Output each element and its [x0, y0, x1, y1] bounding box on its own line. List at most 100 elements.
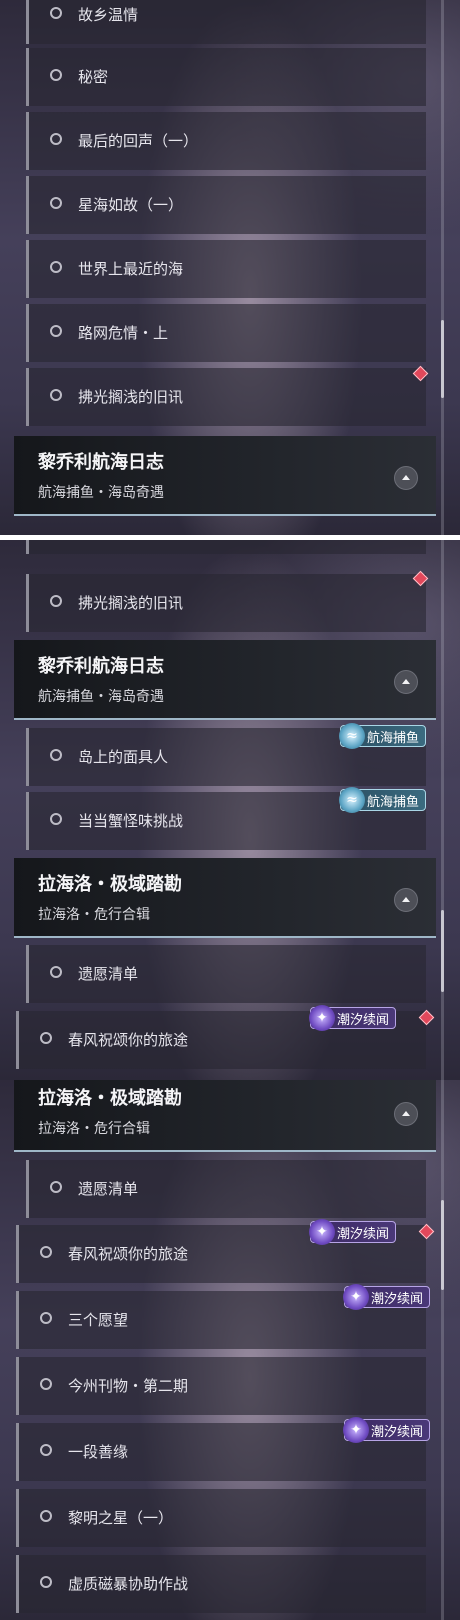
- item-accent-bar: [26, 112, 29, 170]
- quest-item[interactable]: 路网危情・上: [26, 304, 426, 362]
- quest-item-label: 拂光搁浅的旧讯: [78, 594, 184, 612]
- event-badge-label: 航海捕鱼: [367, 794, 420, 810]
- circle-icon: [50, 7, 62, 19]
- circle-icon: [40, 1032, 52, 1044]
- quest-item-label: 世界上最近的海: [78, 260, 184, 278]
- sparkle-wave-icon: ✦: [309, 1005, 335, 1031]
- sparkle-wave-icon: ✦: [343, 1284, 369, 1310]
- event-badge: ✦ 潮汐续闻: [309, 1005, 397, 1031]
- wave-icon: ≈: [339, 723, 365, 749]
- circle-icon: [50, 1181, 62, 1193]
- item-accent-bar: [16, 1291, 19, 1349]
- event-badge-label: 潮汐续闻: [337, 1012, 390, 1028]
- quest-item-label: 拂光搁浅的旧讯: [78, 388, 184, 406]
- quest-item[interactable]: 今州刊物・第二期: [16, 1357, 426, 1415]
- event-badge: ✦ 潮汐续闻: [343, 1284, 431, 1310]
- quest-item-label: 黎明之星（一）: [68, 1509, 174, 1527]
- quest-item[interactable]: 拂光搁浅的旧讯: [26, 574, 426, 632]
- item-accent-bar: [16, 1489, 19, 1547]
- quest-group-title: 拉海洛・极域踏勘: [38, 1088, 182, 1109]
- chevron-up-icon[interactable]: [394, 888, 418, 912]
- scrollbar-track[interactable]: [441, 540, 444, 1080]
- chevron-up-icon[interactable]: [394, 670, 418, 694]
- circle-icon: [50, 595, 62, 607]
- item-accent-bar: [26, 792, 29, 850]
- item-accent-bar: [16, 1011, 19, 1069]
- item-accent-bar: [16, 1357, 19, 1415]
- quest-item[interactable]: 遗愿清单: [26, 1160, 426, 1218]
- quest-item[interactable]: [26, 540, 426, 554]
- item-accent-bar: [26, 1160, 29, 1218]
- quest-item[interactable]: 最后的回声（一）: [26, 112, 426, 170]
- quest-group-header[interactable]: 拉海洛・极域踏勘 拉海洛・危行合辑: [14, 1080, 436, 1152]
- event-badge-label: 潮汐续闻: [371, 1291, 424, 1307]
- quest-list-panel-2: 拂光搁浅的旧讯 黎乔利航海日志 航海捕鱼・海岛奇遇 岛上的面具人 ≈ 航海捕鱼 …: [0, 540, 460, 1080]
- circle-icon: [40, 1444, 52, 1456]
- quest-list-panel-1: 故乡温情 秘密 最后的回声（一） 星海如故（一） 世界上最近的海 路网危情・上 …: [0, 0, 460, 535]
- event-badge-label: 潮汐续闻: [371, 1424, 424, 1440]
- circle-icon: [40, 1246, 52, 1258]
- quest-group-subtitle: 拉海洛・危行合辑: [38, 1121, 150, 1137]
- item-accent-bar: [26, 176, 29, 234]
- quest-item[interactable]: 拂光搁浅的旧讯: [26, 368, 426, 426]
- event-badge: ✦ 潮汐续闻: [343, 1417, 431, 1443]
- scrollbar-thumb[interactable]: [441, 1200, 444, 1290]
- quest-group-subtitle: 航海捕鱼・海岛奇遇: [38, 689, 164, 705]
- item-accent-bar: [26, 240, 29, 298]
- quest-item-label: 虚质磁暴协助作战: [68, 1575, 189, 1593]
- quest-item[interactable]: 秘密: [26, 48, 426, 106]
- item-accent-bar: [16, 1225, 19, 1283]
- event-badge: ≈ 航海捕鱼: [339, 723, 427, 749]
- event-badge-label: 航海捕鱼: [367, 730, 420, 746]
- quest-group-title: 黎乔利航海日志: [38, 656, 164, 677]
- quest-item[interactable]: 世界上最近的海: [26, 240, 426, 298]
- quest-item-label: 故乡温情: [78, 6, 139, 24]
- circle-icon: [50, 749, 62, 761]
- quest-item-label: 三个愿望: [68, 1311, 129, 1329]
- item-accent-bar: [26, 304, 29, 362]
- quest-group-subtitle: 航海捕鱼・海岛奇遇: [38, 485, 164, 501]
- scrollbar-track[interactable]: [441, 0, 444, 535]
- chevron-up-icon[interactable]: [394, 466, 418, 490]
- scrollbar-track[interactable]: [441, 1080, 444, 1620]
- item-accent-bar: [26, 368, 29, 426]
- quest-item-label: 岛上的面具人: [78, 748, 169, 766]
- circle-icon: [50, 197, 62, 209]
- item-accent-bar: [26, 48, 29, 106]
- quest-item[interactable]: 黎明之星（一）: [16, 1489, 426, 1547]
- quest-item-label: 今州刊物・第二期: [68, 1377, 189, 1395]
- circle-icon: [40, 1378, 52, 1390]
- item-accent-bar: [26, 945, 29, 1003]
- quest-item-label: 遗愿清单: [78, 1180, 139, 1198]
- circle-icon: [50, 966, 62, 978]
- circle-icon: [40, 1510, 52, 1522]
- circle-icon: [50, 389, 62, 401]
- quest-item[interactable]: 遗愿清单: [26, 945, 426, 1003]
- quest-group-header[interactable]: 黎乔利航海日志 航海捕鱼・海岛奇遇: [14, 640, 436, 720]
- quest-item-label: 星海如故（一）: [78, 196, 184, 214]
- quest-group-header[interactable]: 黎乔利航海日志 航海捕鱼・海岛奇遇: [14, 436, 436, 516]
- quest-item[interactable]: 星海如故（一）: [26, 176, 426, 234]
- wave-icon: ≈: [339, 787, 365, 813]
- item-accent-bar: [26, 728, 29, 786]
- scrollbar-thumb[interactable]: [441, 910, 444, 992]
- quest-item-label: 最后的回声（一）: [78, 132, 199, 150]
- item-accent-bar: [26, 0, 29, 44]
- quest-item[interactable]: 故乡温情: [26, 0, 426, 44]
- quest-item-label: 秘密: [78, 68, 109, 86]
- quest-item-label: 春风祝颂你的旅途: [68, 1031, 189, 1049]
- circle-icon: [50, 69, 62, 81]
- scrollbar-thumb[interactable]: [441, 320, 444, 398]
- circle-icon: [50, 261, 62, 273]
- quest-group-header[interactable]: 拉海洛・极域踏勘 拉海洛・危行合辑: [14, 858, 436, 938]
- quest-item-label: 当当蟹怪味挑战: [78, 812, 184, 830]
- event-badge: ≈ 航海捕鱼: [339, 787, 427, 813]
- quest-item[interactable]: 虚质磁暴协助作战: [16, 1555, 426, 1613]
- quest-group-title: 黎乔利航海日志: [38, 452, 164, 473]
- quest-group-title: 拉海洛・极域踏勘: [38, 874, 182, 895]
- chevron-up-icon[interactable]: [394, 1102, 418, 1126]
- circle-icon: [40, 1576, 52, 1588]
- quest-group-subtitle: 拉海洛・危行合辑: [38, 907, 150, 923]
- item-accent-bar: [16, 1423, 19, 1481]
- event-badge: ✦ 潮汐续闻: [309, 1219, 397, 1245]
